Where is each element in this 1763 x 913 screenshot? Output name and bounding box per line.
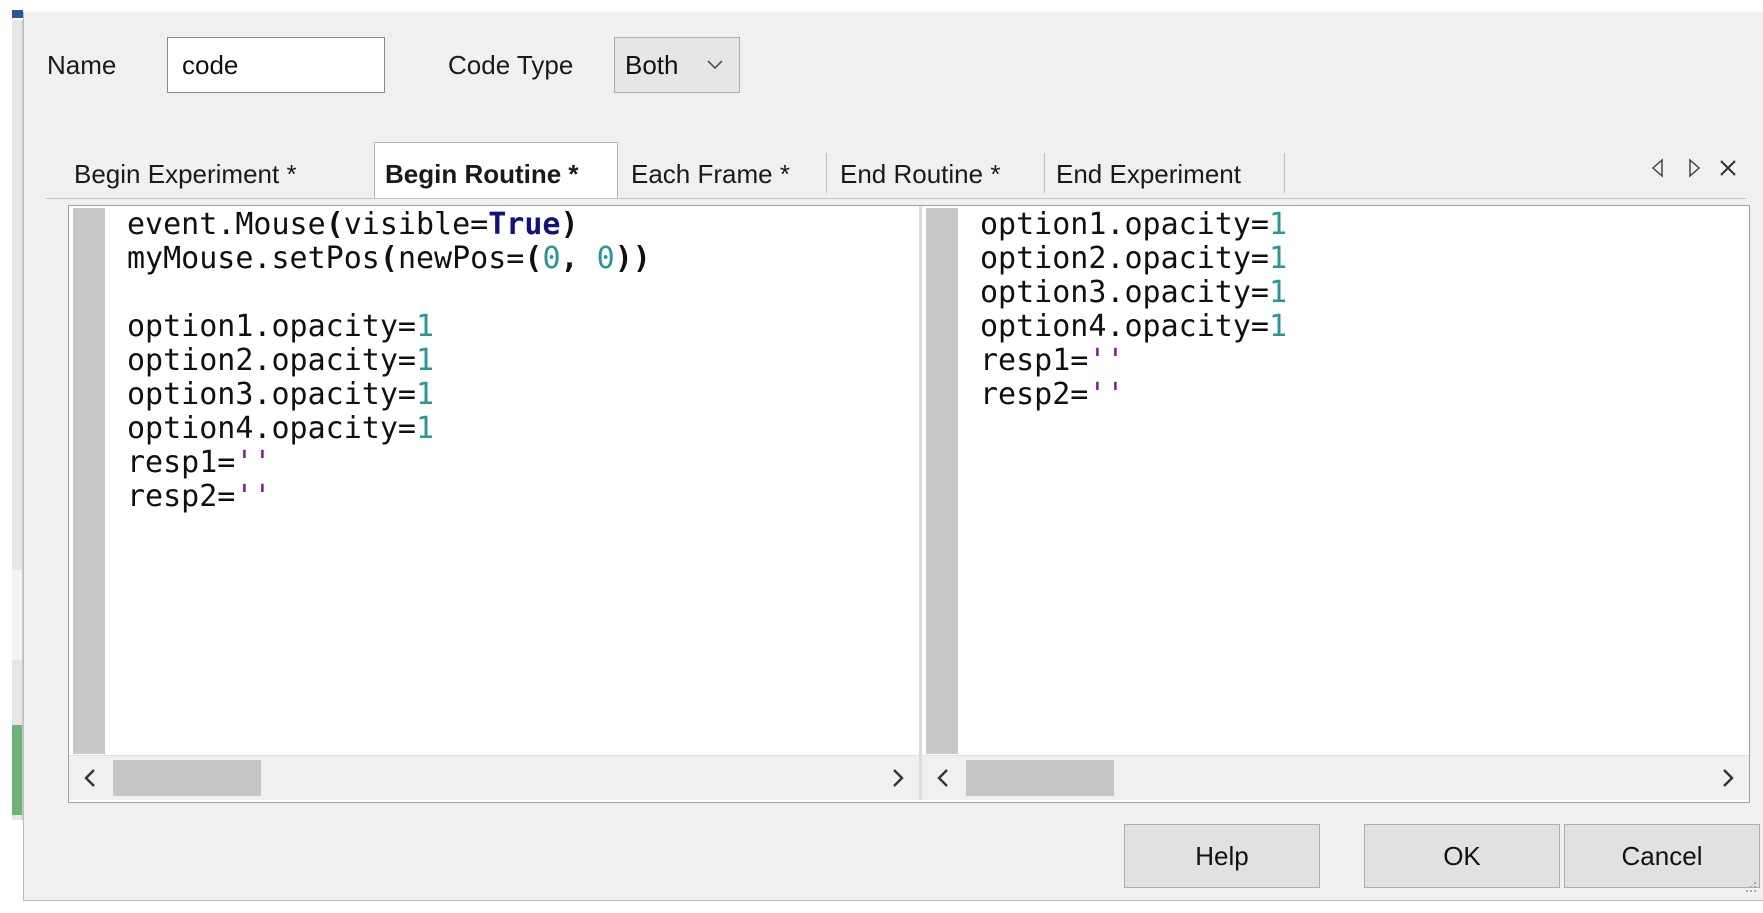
code-type-value: Both: [625, 49, 679, 80]
code-line: option1.opacity=1: [980, 208, 1288, 242]
code-line: option2.opacity=1: [980, 241, 1288, 276]
code-component-dialog: Name Code Type Both Begin Experiment * B…: [23, 12, 1763, 901]
tab-end-experiment[interactable]: End Experiment: [1056, 154, 1241, 194]
tab-divider: [826, 153, 827, 193]
fold-margin: [105, 208, 125, 754]
code-line: resp2='': [980, 377, 1125, 412]
code-line: myMouse.setPos(newPos=(0, 0)): [127, 241, 651, 276]
chevron-right-icon[interactable]: [1713, 764, 1743, 792]
code-line: option1.opacity=1: [127, 309, 435, 344]
code-line: option2.opacity=1: [127, 343, 435, 378]
background-panel-segment: [12, 570, 22, 660]
code-line: option3.opacity=1: [980, 275, 1288, 310]
code-text[interactable]: event.Mouse(visible=True) myMouse.setPos(…: [127, 208, 919, 754]
tab-begin-routine[interactable]: Begin Routine *: [374, 142, 618, 198]
background-window-edge: [0, 0, 23, 913]
code-type-select[interactable]: Both: [614, 37, 740, 93]
code-line: event.Mouse(visible=True): [127, 208, 579, 242]
code-editor-panes: event.Mouse(visible=True) myMouse.setPos(…: [68, 205, 1750, 803]
fold-margin: [958, 208, 978, 754]
code-line: resp2='': [127, 479, 272, 514]
scrollbar-thumb[interactable]: [966, 760, 1114, 796]
close-icon[interactable]: [1714, 154, 1742, 182]
line-gutter: [73, 208, 105, 754]
tab-divider: [1284, 153, 1285, 193]
chevron-left-icon[interactable]: [928, 764, 958, 792]
resize-grip-icon[interactable]: [1742, 878, 1758, 894]
code-tabs: Begin Experiment * Begin Routine * Each …: [44, 140, 1763, 198]
background-routine-block: [12, 725, 22, 815]
name-input[interactable]: [167, 37, 385, 93]
tab-each-frame[interactable]: Each Frame *: [631, 154, 790, 194]
help-button[interactable]: Help: [1124, 824, 1320, 888]
triangle-left-icon[interactable]: [1644, 154, 1672, 182]
chevron-left-icon[interactable]: [75, 764, 105, 792]
tab-begin-experiment[interactable]: Begin Experiment *: [74, 154, 297, 194]
javascript-code-editor[interactable]: option1.opacity=1 option2.opacity=1 option…: [922, 206, 1749, 800]
cancel-button[interactable]: Cancel: [1564, 824, 1760, 888]
background-panel: [12, 20, 23, 820]
code-line: option3.opacity=1: [127, 377, 435, 412]
code-type-label: Code Type: [448, 50, 574, 80]
code-line: resp1='': [980, 343, 1125, 378]
code-line: option4.opacity=1: [980, 309, 1288, 344]
code-line: option4.opacity=1: [127, 411, 435, 446]
code-line: resp1='': [127, 445, 272, 480]
triangle-right-icon[interactable]: [1680, 154, 1708, 182]
scrollbar-thumb[interactable]: [113, 760, 261, 796]
tab-divider: [1044, 153, 1045, 193]
ok-button[interactable]: OK: [1364, 824, 1560, 888]
name-label: Name: [47, 50, 117, 80]
chevron-down-icon: [707, 60, 723, 70]
window-accent: [12, 10, 23, 18]
tabs-baseline: [46, 198, 1746, 199]
horizontal-scrollbar[interactable]: [69, 755, 919, 800]
chevron-right-icon[interactable]: [883, 764, 913, 792]
tab-end-routine[interactable]: End Routine *: [840, 154, 1000, 194]
code-text[interactable]: option1.opacity=1 option2.opacity=1 option…: [980, 208, 1749, 754]
line-gutter: [926, 208, 958, 754]
python-code-editor[interactable]: event.Mouse(visible=True) myMouse.setPos(…: [69, 206, 922, 800]
horizontal-scrollbar[interactable]: [922, 755, 1749, 800]
